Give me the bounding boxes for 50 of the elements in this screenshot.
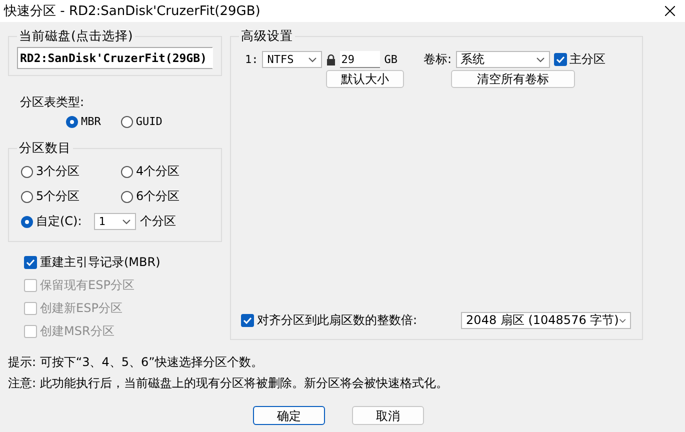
chevron-icon (536, 56, 545, 62)
radio-button[interactable] (21, 216, 33, 228)
group-title: 高级设置 (240, 28, 294, 45)
checkbox[interactable] (241, 314, 254, 327)
radio-button[interactable] (120, 116, 133, 128)
button[interactable]: 确定 (253, 406, 325, 425)
count-dropdown[interactable]: 1 (94, 213, 136, 230)
chevron-icon (618, 318, 626, 324)
group-title: 当前磁盘(点击选择) (18, 28, 134, 45)
checkbox-label: 保留现有ESP分区 (40, 277, 134, 294)
radio-button[interactable] (121, 190, 133, 202)
field-label: 分区表类型: (20, 94, 86, 111)
radio-button[interactable] (66, 116, 78, 128)
radio-button[interactable] (121, 166, 133, 178)
field-label: 个分区 (140, 213, 176, 230)
lock-icon (327, 54, 336, 65)
close-icon[interactable] (665, 6, 675, 16)
disk-field[interactable]: RD2:SanDisk'CruzerFit(29GB) (17, 47, 213, 69)
option-label: 3个分区 (36, 163, 80, 180)
button[interactable]: 取消 (352, 406, 424, 425)
radio-button[interactable] (21, 166, 33, 178)
checkbox-label: 创建MSR分区 (40, 323, 114, 340)
hint-text: 提示: 可按下“3、4、5、6”快速选择分区个数。 (8, 354, 264, 371)
checkbox-label: 对齐分区到此扇区数的整数倍: (257, 312, 418, 329)
chevron-icon (308, 56, 318, 62)
filesystem-dropdown[interactable]: NTFS (262, 51, 322, 68)
option-label: 4个分区 (136, 163, 180, 180)
option-label: GUID (136, 115, 162, 128)
field-label: 卷标: (424, 51, 452, 68)
chevron-icon (122, 218, 131, 224)
checkbox-label: 创建新ESP分区 (40, 300, 122, 317)
option-label: 6个分区 (136, 188, 180, 205)
checkbox[interactable] (554, 53, 567, 66)
checkbox-label: 主分区 (570, 51, 606, 68)
option-label: 5个分区 (36, 188, 80, 205)
checkbox-label: 重建主引导记录(MBR) (40, 254, 160, 271)
checkbox[interactable] (24, 256, 37, 269)
size-field[interactable]: 29 (340, 51, 380, 68)
option-label: 自定(C): (36, 213, 82, 230)
radio-button[interactable] (21, 190, 33, 202)
alignment-dropdown[interactable]: 2048 扇区 (1048576 字节) (461, 312, 632, 329)
window-title: 快速分区 - RD2:SanDisk'CruzerFit(29GB) (4, 3, 260, 20)
row-index: 1: (245, 53, 258, 66)
group-title: 分区数目 (18, 140, 72, 157)
hint-text: 注意: 此功能执行后，当前磁盘上的现有分区将被删除。新分区将会被快速格式化。 (8, 375, 449, 392)
button[interactable]: 默认大小 (326, 70, 404, 88)
button[interactable]: 清空所有卷标 (451, 70, 575, 88)
option-label: MBR (81, 115, 101, 128)
unit-label: GB (384, 53, 398, 66)
volume-label-dropdown[interactable]: 系统 (456, 51, 550, 68)
